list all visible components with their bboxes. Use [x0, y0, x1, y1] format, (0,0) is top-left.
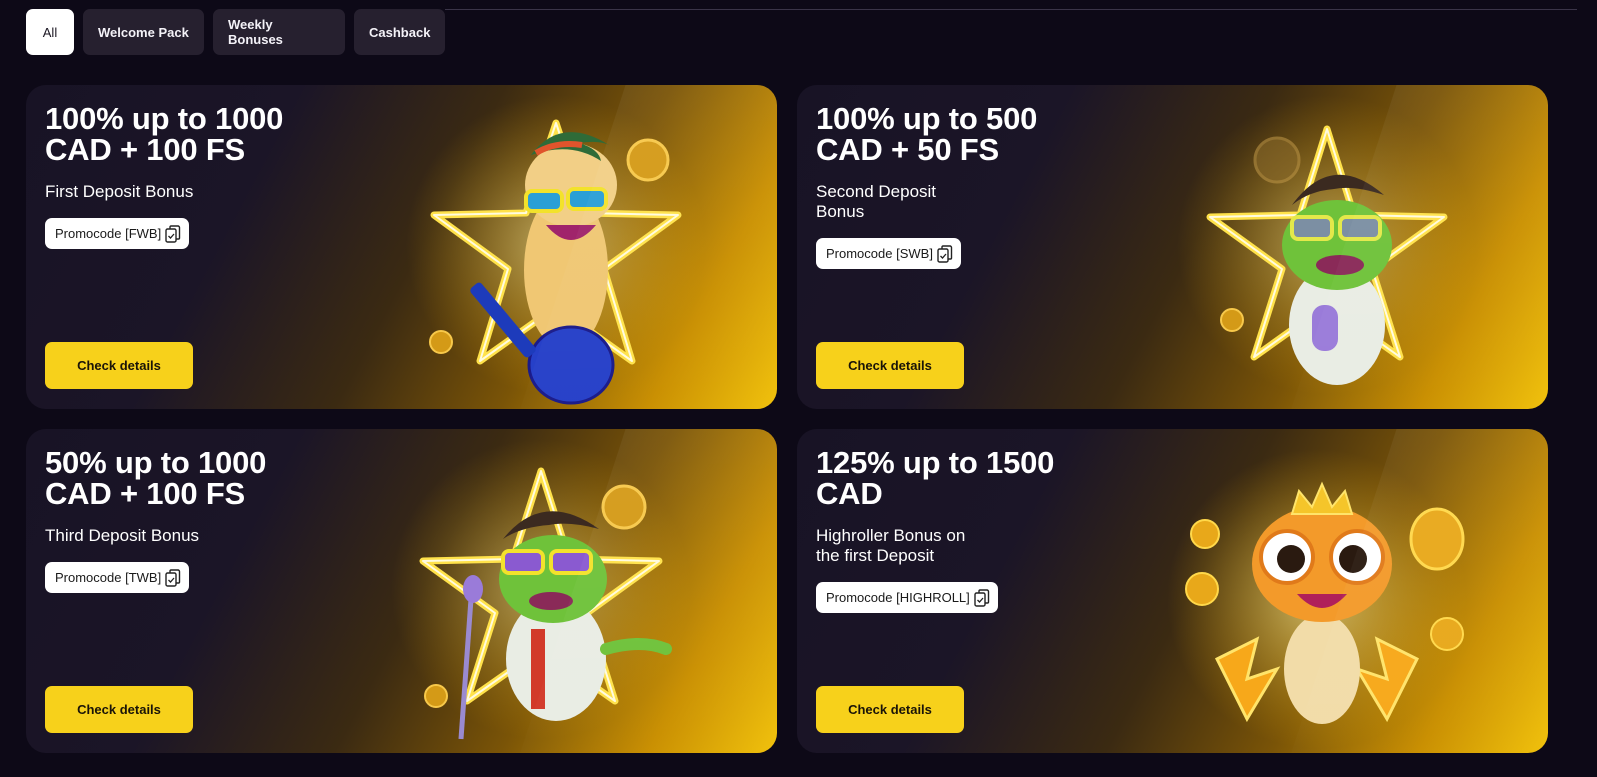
promocode-chip[interactable]: Promocode [FWB]: [45, 218, 190, 249]
bonus-subtitle: Second Deposit Bonus: [816, 182, 937, 221]
bonus-title: 50% up to 1000 CAD + 100 FS: [45, 445, 267, 511]
copy-icon[interactable]: [937, 244, 953, 263]
promocode-text: Promocode [HIGHROLL]: [826, 590, 970, 605]
tab-weekly-bonuses[interactable]: Weekly Bonuses: [213, 9, 345, 55]
bonus-filter-tabs: All Welcome Pack Weekly Bonuses Cashback: [26, 9, 445, 55]
bonus-card-first-deposit: 100% up to 1000 CAD + 100 FS First Depos…: [26, 85, 777, 409]
frog-singer-star-icon: [391, 439, 691, 740]
copy-icon[interactable]: [165, 224, 181, 243]
copy-icon[interactable]: [974, 588, 990, 607]
bonus-card-second-deposit: 100% up to 500 CAD + 50 FS Second Deposi…: [797, 85, 1548, 409]
promocode-text: Promocode [TWB]: [55, 570, 162, 585]
tab-welcome-pack[interactable]: Welcome Pack: [83, 9, 204, 55]
promocode-text: Promocode [FWB]: [55, 226, 162, 241]
check-details-button[interactable]: Check details: [816, 342, 964, 389]
bonus-card-highroller: 125% up to 1500 CAD Highroller Bonus on …: [797, 429, 1548, 753]
bonus-title: 100% up to 1000 CAD + 100 FS: [45, 101, 284, 167]
header-divider: [445, 9, 1577, 10]
promocode-chip[interactable]: Promocode [TWB]: [45, 562, 190, 593]
bonus-subtitle: Third Deposit Bonus: [45, 526, 200, 545]
copy-icon[interactable]: [165, 568, 181, 587]
bonus-title: 100% up to 500 CAD + 50 FS: [816, 101, 1038, 167]
check-details-button[interactable]: Check details: [45, 342, 193, 389]
promocode-text: Promocode [SWB]: [826, 246, 933, 261]
promocode-chip[interactable]: Promocode [HIGHROLL]: [816, 582, 998, 613]
frog-microphone-star-icon: [1177, 95, 1477, 395]
check-details-button[interactable]: Check details: [816, 686, 964, 733]
frog-crown-coins-icon: [1167, 449, 1467, 749]
check-details-button[interactable]: Check details: [45, 686, 193, 733]
tab-cashback[interactable]: Cashback: [354, 9, 445, 55]
bonus-card-third-deposit: 50% up to 1000 CAD + 100 FS Third Deposi…: [26, 429, 777, 753]
bonus-title: 125% up to 1500 CAD: [816, 445, 1055, 511]
bonus-subtitle: Highroller Bonus on the first Deposit: [816, 526, 966, 565]
frog-guitar-star-icon: [406, 95, 706, 405]
tab-all[interactable]: All: [26, 9, 74, 55]
bonus-subtitle: First Deposit Bonus: [45, 182, 194, 201]
promocode-chip[interactable]: Promocode [SWB]: [816, 238, 961, 269]
